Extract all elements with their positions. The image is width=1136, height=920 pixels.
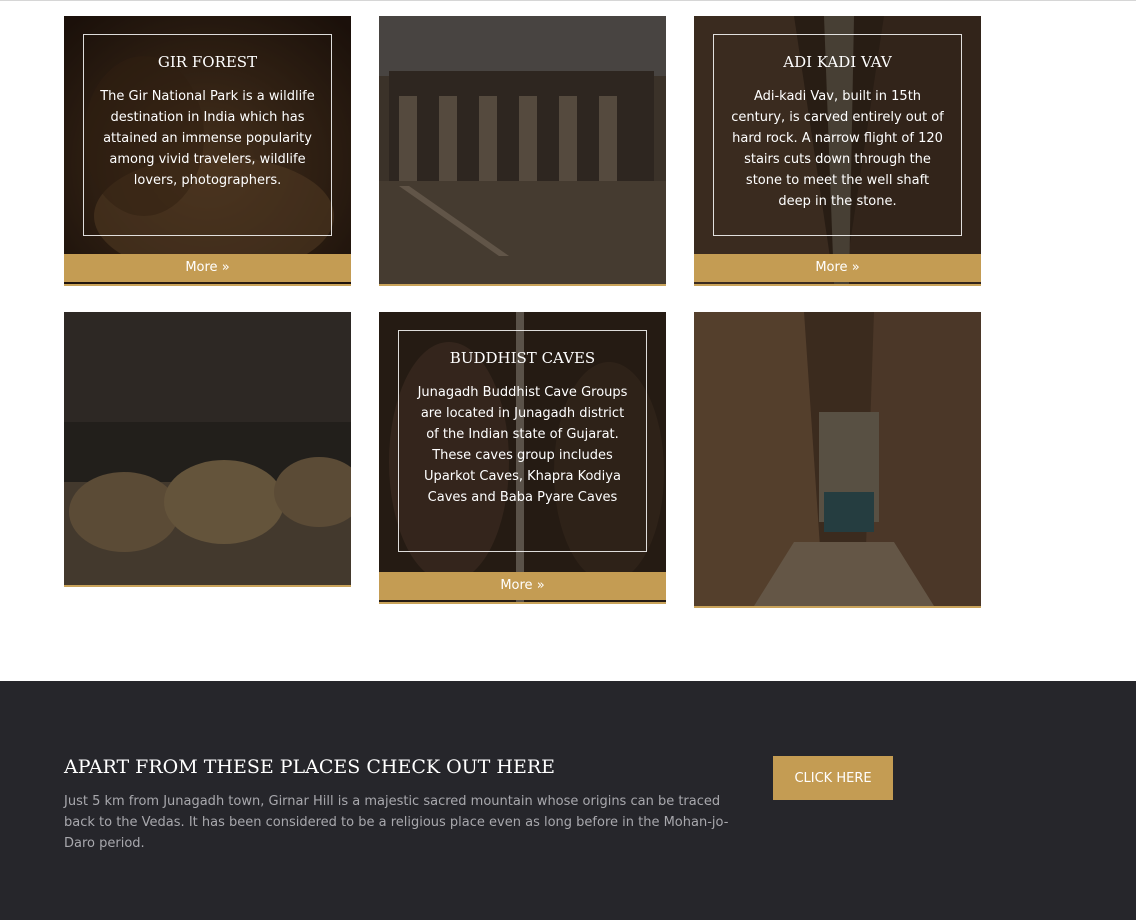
adi-kadi-vav-more-button[interactable]: More » [694, 254, 981, 282]
stepwell-card [694, 312, 981, 608]
adi-kadi-vav-overlay: ADI KADI VAV Adi-kadi Vav, built in 15th… [713, 34, 962, 236]
card-description: Adi-kadi Vav, built in 15th century, is … [731, 89, 944, 209]
footer-cta-section: APART FROM THESE PLACES CHECK OUT HERE J… [0, 681, 1136, 920]
lions-image [64, 312, 351, 585]
gir-forest-card: GIR FOREST The Gir National Park is a wi… [64, 16, 351, 286]
cave-ruins-image [379, 16, 666, 284]
adi-kadi-vav-card: ADI KADI VAV Adi-kadi Vav, built in 15th… [694, 16, 981, 286]
header-divider [0, 0, 1136, 1]
card-description: Junagadh Buddhist Cave Groups are locate… [417, 385, 628, 505]
lions-card [64, 312, 351, 587]
stepwell-image [694, 312, 981, 606]
card-title: ADI KADI VAV [783, 53, 892, 71]
buddhist-caves-card: BUDDHIST CAVES Junagadh Buddhist Cave Gr… [379, 312, 666, 604]
card-title: BUDDHIST CAVES [449, 349, 596, 367]
card-description: The Gir National Park is a wildlife dest… [100, 89, 315, 188]
footer-heading: APART FROM THESE PLACES CHECK OUT HERE [64, 756, 556, 778]
footer-text: Just 5 km from Junagadh town, Girnar Hil… [64, 794, 729, 851]
gir-forest-more-button[interactable]: More » [64, 254, 351, 282]
buddhist-caves-overlay: BUDDHIST CAVES Junagadh Buddhist Cave Gr… [398, 330, 647, 552]
gir-forest-overlay: GIR FOREST The Gir National Park is a wi… [83, 34, 332, 236]
click-here-button[interactable]: CLICK HERE [773, 756, 893, 800]
card-title: GIR FOREST [157, 53, 258, 71]
buddhist-caves-more-button[interactable]: More » [379, 572, 666, 600]
cave-ruins-card [379, 16, 666, 286]
